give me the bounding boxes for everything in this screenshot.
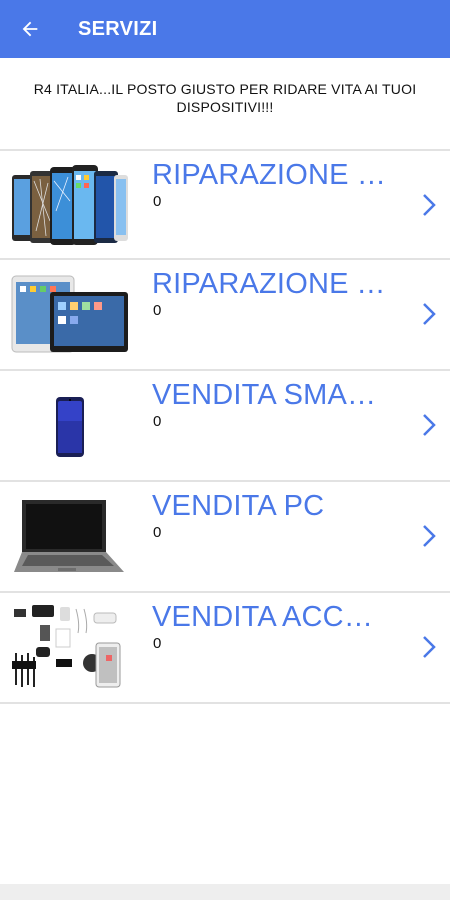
chevron-right-icon [423, 303, 436, 325]
tablets-repair-image [11, 275, 128, 353]
service-count: 0 [153, 524, 162, 541]
app-bar: SERVIZI [0, 0, 450, 58]
service-title: VENDITA PC [152, 490, 325, 522]
service-title: VENDITA SMAR... [152, 379, 392, 411]
page-title: SERVIZI [78, 17, 158, 40]
service-title: RIPARAZIONE T... [152, 268, 392, 300]
services-list: RIPARAZIONE S... 0 RIPARAZIONE T... 0 VE… [0, 149, 450, 704]
bottom-bar [0, 884, 450, 900]
chevron-right-icon [423, 636, 436, 658]
chevron-right-icon [423, 525, 436, 547]
service-count: 0 [153, 193, 162, 210]
service-count: 0 [153, 413, 162, 430]
smartphones-repair-image [12, 165, 128, 245]
service-title: RIPARAZIONE S... [152, 159, 392, 191]
list-item-riparazione-tablet[interactable]: RIPARAZIONE T... 0 [0, 260, 450, 371]
back-button[interactable] [0, 0, 60, 58]
list-item-vendita-accessori[interactable]: VENDITA ACCES... 0 [0, 593, 450, 704]
tagline: R4 ITALIA...IL POSTO GIUSTO PER RIDARE V… [33, 81, 417, 115]
list-item-vendita-pc[interactable]: VENDITA PC 0 [0, 482, 450, 593]
list-item-vendita-smartphone[interactable]: VENDITA SMAR... 0 [0, 371, 450, 482]
service-count: 0 [153, 635, 162, 652]
arrow-left-icon [22, 21, 38, 37]
laptop-sale-image [14, 500, 124, 572]
smartphone-sale-image [56, 397, 84, 457]
accessories-sale-image [12, 605, 121, 688]
service-count: 0 [153, 302, 162, 319]
list-item-riparazione-smartphone[interactable]: RIPARAZIONE S... 0 [0, 149, 450, 260]
chevron-right-icon [423, 194, 436, 216]
chevron-right-icon [423, 414, 436, 436]
service-title: VENDITA ACCES... [152, 601, 392, 633]
